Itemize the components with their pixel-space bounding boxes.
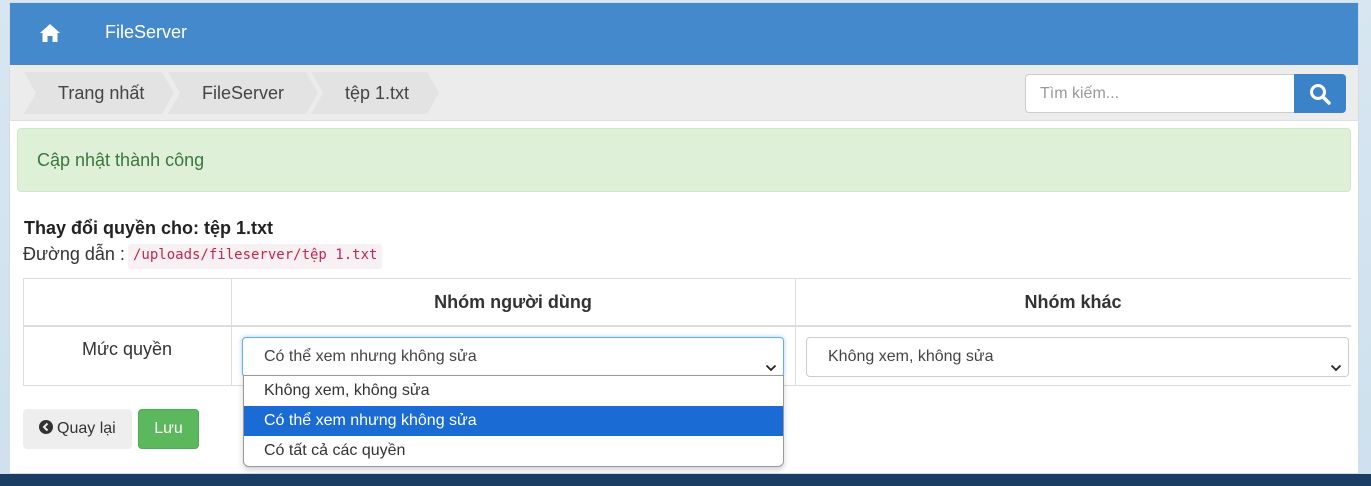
home-icon[interactable] bbox=[39, 23, 61, 43]
permission-title: Thay đổi quyền cho: tệp 1.txt bbox=[24, 218, 274, 238]
table-divider bbox=[23, 279, 24, 385]
search-button[interactable] bbox=[1294, 74, 1346, 113]
table-divider bbox=[795, 279, 796, 385]
path-label: Đường dẫn : bbox=[23, 244, 125, 264]
permission-level-label: Mức quyền bbox=[81, 339, 173, 359]
other-group-permission-select[interactable]: Không xem, không sửa bbox=[806, 337, 1349, 377]
search-input[interactable] bbox=[1025, 74, 1297, 113]
main-panel: FileServer Trang nhất FileServer tệp 1.t… bbox=[9, 2, 1359, 474]
other-group-select-value: Không xem, không sửa bbox=[828, 348, 994, 365]
user-group-permission-select[interactable]: Có thể xem nhưng không sửa bbox=[242, 337, 784, 377]
back-button[interactable]: Quay lại bbox=[23, 409, 132, 449]
column-header-other-group: Nhóm khác bbox=[1024, 292, 1122, 312]
breadcrumb-item-file[interactable]: tệp 1.txt bbox=[311, 72, 439, 114]
save-button[interactable]: Lưu bbox=[138, 409, 199, 449]
dropdown-option[interactable]: Không xem, không sửa bbox=[244, 376, 783, 406]
top-navbar: FileServer bbox=[10, 3, 1358, 65]
user-group-select-value: Có thể xem nhưng không sửa bbox=[264, 348, 477, 365]
path-value: /uploads/fileserver/tệp 1.txt bbox=[128, 244, 383, 269]
success-alert: Cập nhật thành công bbox=[17, 128, 1351, 192]
breadcrumb-item-home[interactable]: Trang nhất bbox=[24, 72, 174, 114]
back-button-label: Quay lại bbox=[57, 420, 116, 437]
breadcrumb: Trang nhất FileServer tệp 1.txt bbox=[10, 65, 1358, 121]
dropdown-option[interactable]: Có tất cả các quyền bbox=[244, 436, 783, 466]
permission-options-dropdown: Không xem, không sửa Có thể xem nhưng kh… bbox=[243, 375, 784, 467]
dropdown-option-selected[interactable]: Có thể xem nhưng không sửa bbox=[244, 406, 783, 436]
chevron-down-icon bbox=[1330, 351, 1342, 372]
chevron-down-icon bbox=[765, 351, 777, 372]
brand-link[interactable]: FileServer bbox=[105, 22, 187, 43]
table-header-row: Nhóm người dùng Nhóm khác bbox=[23, 279, 1351, 327]
chevron-left-circle-icon bbox=[39, 410, 53, 434]
column-header-user-group: Nhóm người dùng bbox=[434, 292, 592, 312]
background-strip bbox=[0, 474, 1371, 486]
permission-table: Nhóm người dùng Nhóm khác Mức quyền Có t… bbox=[23, 278, 1351, 386]
breadcrumb-item-fileserver[interactable]: FileServer bbox=[168, 72, 318, 114]
table-divider bbox=[231, 279, 232, 385]
